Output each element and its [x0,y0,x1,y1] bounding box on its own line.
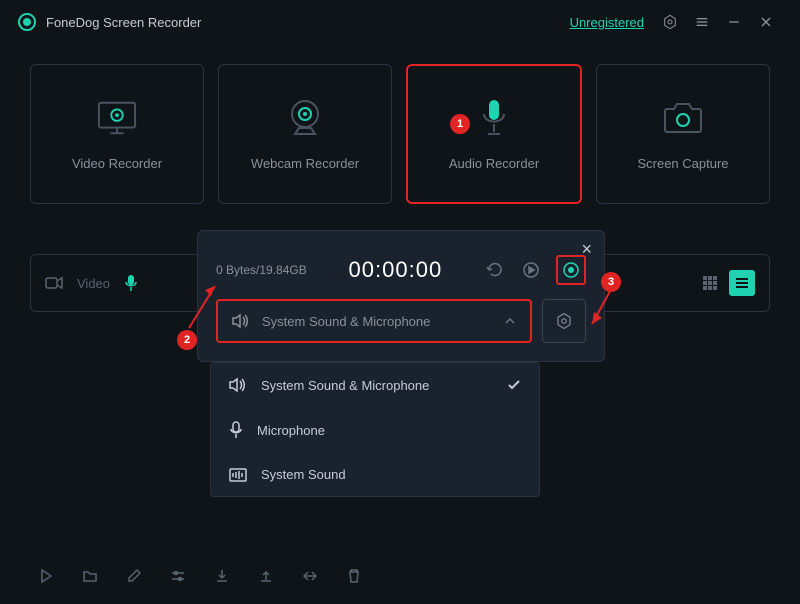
selector-row: System Sound & Microphone [198,299,604,361]
audio-source-selector[interactable]: System Sound & Microphone [216,299,532,343]
mode-audio-recorder[interactable]: 1 Audio Recorder [406,64,582,204]
record-button[interactable] [560,259,582,281]
annotation-badge-3: 3 [601,272,621,292]
mic-icon [229,421,243,439]
menu-icon[interactable] [686,14,718,30]
video-label: Video [77,276,110,291]
sliders-icon[interactable] [170,568,186,584]
dropdown-option-label: Microphone [257,423,325,438]
app-title: FoneDog Screen Recorder [46,15,570,30]
annotation-badge-2: 2 [177,330,197,350]
settings-hex-icon[interactable] [654,14,686,30]
check-icon [507,379,521,391]
audio-settings-button[interactable] [542,299,586,343]
timer-display: 00:00:00 [321,257,470,283]
audio-source-dropdown: System Sound & Microphone Microphone Sys… [210,362,540,497]
app-logo-icon [18,13,36,31]
trash-icon[interactable] [346,568,362,584]
play-icon[interactable] [38,568,54,584]
minimize-icon[interactable] [718,14,750,30]
compress-icon[interactable] [302,568,318,584]
download-icon[interactable] [214,568,230,584]
annotation-badge-1: 1 [450,114,470,134]
popup-top-row: 0 Bytes/19.84GB 00:00:00 [198,231,604,299]
camcorder-icon [45,276,63,290]
annotation-arrow-2 [185,272,225,332]
speaker-box-icon [229,468,247,482]
speaker-icon [232,313,250,329]
chevron-up-icon [504,317,516,325]
dropdown-option-system-sound[interactable]: System Sound [211,453,539,496]
play-circle-icon[interactable] [520,259,542,281]
grid-view-button[interactable] [697,270,723,296]
unregistered-link[interactable]: Unregistered [570,15,644,30]
close-icon[interactable] [750,14,782,30]
app-header: FoneDog Screen Recorder Unregistered [0,0,800,44]
mode-screen-capture[interactable]: Screen Capture [596,64,770,204]
folder-icon[interactable] [82,568,98,584]
dropdown-option-label: System Sound [261,467,346,482]
popup-close-button[interactable]: × [581,239,592,260]
mode-label: Webcam Recorder [251,156,359,171]
speaker-icon [229,377,247,393]
mic-status-icon[interactable] [124,274,138,292]
bottom-toolbar [30,568,770,584]
audio-recorder-popup: × 0 Bytes/19.84GB 00:00:00 System Sound … [197,230,605,362]
dropdown-option-label: System Sound & Microphone [261,378,429,393]
view-toggle [697,270,755,296]
mode-webcam-recorder[interactable]: Webcam Recorder [218,64,392,204]
mode-video-recorder[interactable]: Video Recorder [30,64,204,204]
dropdown-option-system-and-mic[interactable]: System Sound & Microphone [211,363,539,407]
microphone-icon [474,98,514,138]
selected-source-label: System Sound & Microphone [262,314,492,329]
webcam-icon [285,98,325,138]
dropdown-option-microphone[interactable]: Microphone [211,407,539,453]
storage-size-text: 0 Bytes/19.84GB [216,263,307,277]
mode-cards-row: Video Recorder Webcam Recorder 1 Audio R… [0,44,800,224]
camera-icon [663,98,703,138]
mode-label: Video Recorder [72,156,162,171]
undo-icon[interactable] [484,259,506,281]
upload-icon[interactable] [258,568,274,584]
mode-label: Screen Capture [637,156,728,171]
list-view-button[interactable] [729,270,755,296]
mode-label: Audio Recorder [449,156,539,171]
edit-icon[interactable] [126,568,142,584]
monitor-icon [97,98,137,138]
